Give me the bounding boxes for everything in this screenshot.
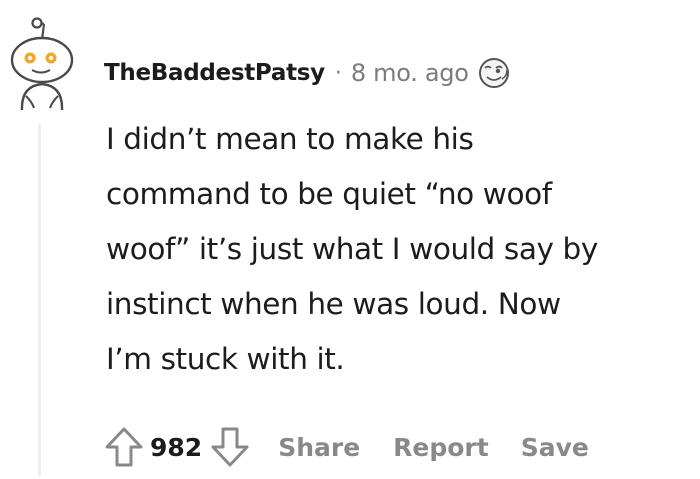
- save-button[interactable]: Save: [521, 433, 589, 462]
- comment-body: I didn’t mean to make his command to be …: [106, 112, 696, 387]
- thread-line[interactable]: [38, 124, 41, 476]
- vote-score: 982: [150, 432, 203, 462]
- upvote-arrow-icon[interactable]: [102, 423, 146, 471]
- comment-body-line: I’m stuck with it.: [106, 342, 345, 376]
- share-button[interactable]: Share: [278, 433, 360, 462]
- snoo-avatar-icon[interactable]: [4, 14, 80, 110]
- comment: TheBaddestPatsy · 8 mo. ago I didn’t mea…: [0, 0, 700, 479]
- comment-body-line: command to be quiet “no woof: [106, 177, 552, 211]
- comment-body-line: woof” it’s just what I would say by: [106, 232, 598, 266]
- comment-actions: 982 Share Report Save: [102, 420, 589, 474]
- comment-body-line: instinct when he was loud. Now: [106, 287, 561, 321]
- report-button[interactable]: Report: [393, 433, 489, 462]
- award-icon[interactable]: [477, 56, 511, 90]
- downvote-arrow-icon[interactable]: [208, 423, 252, 471]
- separator-dot: ·: [334, 60, 342, 86]
- username[interactable]: TheBaddestPatsy: [104, 60, 325, 86]
- comment-body-line: I didn’t mean to make his: [106, 122, 474, 156]
- timestamp[interactable]: 8 mo. ago: [351, 59, 469, 87]
- comment-header: TheBaddestPatsy · 8 mo. ago: [104, 54, 511, 92]
